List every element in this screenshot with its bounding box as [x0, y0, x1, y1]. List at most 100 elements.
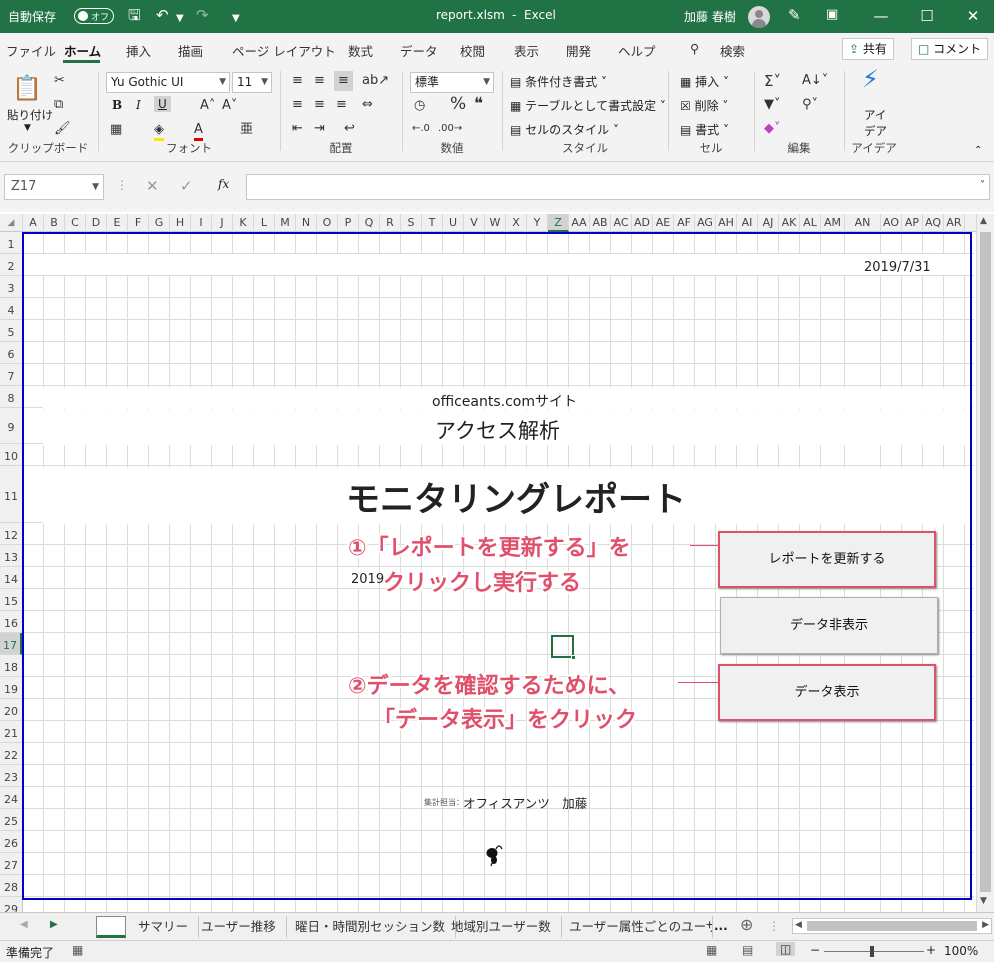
- column-header-y[interactable]: Y: [527, 214, 548, 232]
- column-header-ak[interactable]: AK: [779, 214, 800, 232]
- row-header-19[interactable]: 19: [0, 677, 22, 699]
- row-header-25[interactable]: 25: [0, 809, 22, 831]
- column-header-a[interactable]: A: [23, 214, 44, 232]
- increase-decimal-icon[interactable]: ←.0: [412, 121, 430, 137]
- row-header-3[interactable]: 3: [0, 276, 22, 298]
- italic-button[interactable]: I: [136, 98, 141, 112]
- sheet-tab-blank[interactable]: [96, 916, 126, 938]
- column-header-f[interactable]: F: [128, 214, 149, 232]
- prev-sheet-icon[interactable]: ◀: [20, 919, 28, 930]
- ribbon-display-icon[interactable]: ▣: [826, 6, 838, 24]
- wrap-text-icon[interactable]: ↩: [344, 121, 355, 137]
- footer-name[interactable]: オフィスアンツ 加藤: [463, 793, 587, 812]
- column-header-v[interactable]: V: [464, 214, 485, 232]
- column-header-n[interactable]: N: [296, 214, 317, 232]
- sheet-tab-user-attributes[interactable]: ユーザー属性ごとのユーザ-: [559, 916, 713, 938]
- column-header-j[interactable]: J: [212, 214, 233, 232]
- decrease-indent-icon[interactable]: ⇤: [292, 121, 303, 137]
- column-header-ar[interactable]: AR: [944, 214, 965, 232]
- zoom-slider-track[interactable]: [824, 951, 924, 952]
- user-name[interactable]: 加藤 春樹: [684, 8, 736, 25]
- column-header-af[interactable]: AF: [674, 214, 695, 232]
- format-painter-icon[interactable]: 🖌: [54, 121, 71, 137]
- ideas-line2[interactable]: デア: [864, 123, 887, 139]
- paste-dropdown-icon[interactable]: ▼: [24, 123, 31, 133]
- column-header-b[interactable]: B: [44, 214, 65, 232]
- tab-home[interactable]: ホーム: [64, 41, 101, 60]
- increase-indent-icon[interactable]: ⇥: [314, 121, 325, 137]
- undo-icon[interactable]: ↶: [156, 6, 169, 24]
- period-date-partial[interactable]: 2019: [351, 572, 384, 587]
- percent-icon[interactable]: %: [450, 96, 466, 113]
- redo-icon[interactable]: ↷: [196, 6, 209, 24]
- row-header-2[interactable]: 2: [0, 254, 22, 276]
- column-header-u[interactable]: U: [443, 214, 464, 232]
- more-tabs-indicator[interactable]: ...: [714, 919, 728, 933]
- scroll-right-icon[interactable]: ▶: [982, 920, 989, 930]
- phonetic-icon[interactable]: 亜: [240, 122, 253, 138]
- tab-view[interactable]: 表示: [514, 41, 539, 60]
- column-header-ao[interactable]: AO: [881, 214, 902, 232]
- sheet-tab-summary[interactable]: サマリー: [128, 916, 200, 938]
- row-header-1[interactable]: 1: [0, 232, 22, 254]
- horizontal-scrollbar[interactable]: ◀ ▶: [792, 918, 992, 934]
- row-header-14[interactable]: 14: [0, 567, 22, 589]
- report-subtitle[interactable]: アクセス解析: [435, 415, 560, 445]
- tab-draw[interactable]: 描画: [178, 41, 203, 60]
- align-middle-icon[interactable]: ≡: [314, 73, 325, 89]
- column-header-al[interactable]: AL: [800, 214, 821, 232]
- column-header-ad[interactable]: AD: [632, 214, 653, 232]
- row-header-6[interactable]: 6: [0, 342, 22, 364]
- column-header-c[interactable]: C: [65, 214, 86, 232]
- zoom-out-icon[interactable]: −: [810, 943, 820, 957]
- sheet-tab-sessions-by-time[interactable]: 曜日・時間別セッション数: [285, 916, 457, 938]
- column-header-z[interactable]: Z: [548, 214, 569, 232]
- tab-formulas[interactable]: 数式: [348, 41, 373, 60]
- borders-icon[interactable]: ▦: [110, 122, 122, 138]
- expand-formula-icon[interactable]: ˅: [980, 180, 985, 191]
- tab-page-layout[interactable]: ページ レイアウト: [232, 41, 336, 60]
- column-header-w[interactable]: W: [485, 214, 506, 232]
- currency-icon[interactable]: ◷: [414, 98, 425, 114]
- find-select-icon[interactable]: ⚲˅: [802, 97, 818, 113]
- column-header-h[interactable]: H: [170, 214, 191, 232]
- column-header-ag[interactable]: AG: [695, 214, 716, 232]
- report-date[interactable]: 2019/7/31: [864, 260, 931, 275]
- align-bottom-icon[interactable]: ≡: [334, 71, 353, 91]
- row-header-9[interactable]: 9: [0, 408, 22, 444]
- name-box[interactable]: Z17 ▼: [4, 174, 104, 200]
- column-header-ah[interactable]: AH: [716, 214, 737, 232]
- underline-button[interactable]: U: [154, 96, 171, 112]
- row-header-4[interactable]: 4: [0, 298, 22, 320]
- column-header-ap[interactable]: AP: [902, 214, 923, 232]
- macro-record-icon[interactable]: ▦: [72, 943, 83, 957]
- conditional-formatting-button[interactable]: ▤ 条件付き書式 ˅: [510, 73, 607, 90]
- tab-help[interactable]: ヘルプ: [618, 41, 656, 60]
- tab-splitter-icon[interactable]: ⋮: [768, 919, 780, 933]
- row-header-15[interactable]: 15: [0, 589, 22, 611]
- align-left-icon[interactable]: ≡: [292, 97, 303, 113]
- tab-data[interactable]: データ: [400, 41, 438, 60]
- column-header-am[interactable]: AM: [821, 214, 845, 232]
- row-header-20[interactable]: 20: [0, 699, 22, 721]
- column-header-x[interactable]: X: [506, 214, 527, 232]
- bold-button[interactable]: B: [112, 98, 122, 112]
- horizontal-scroll-thumb[interactable]: [807, 921, 977, 931]
- grow-font-icon[interactable]: A˄: [200, 98, 215, 114]
- align-center-icon[interactable]: ≡: [314, 97, 325, 113]
- fill-color-icon[interactable]: ◈: [154, 122, 164, 141]
- align-top-icon[interactable]: ≡: [292, 73, 303, 89]
- zoom-in-icon[interactable]: +: [926, 943, 936, 957]
- column-header-l[interactable]: L: [254, 214, 275, 232]
- pen-icon[interactable]: ✎: [788, 6, 801, 24]
- select-all-corner[interactable]: ◢: [0, 214, 23, 232]
- tab-insert[interactable]: 挿入: [126, 41, 151, 60]
- ideas-line1[interactable]: アイ: [864, 107, 886, 123]
- column-header-k[interactable]: K: [233, 214, 254, 232]
- font-size-select[interactable]: 11 ▼: [232, 72, 272, 93]
- column-header-m[interactable]: M: [275, 214, 296, 232]
- scroll-up-icon[interactable]: ▲: [980, 216, 987, 226]
- row-header-13[interactable]: 13: [0, 545, 22, 567]
- row-header-27[interactable]: 27: [0, 853, 22, 875]
- sheet-tab-user-trend[interactable]: ユーザー推移: [191, 916, 287, 938]
